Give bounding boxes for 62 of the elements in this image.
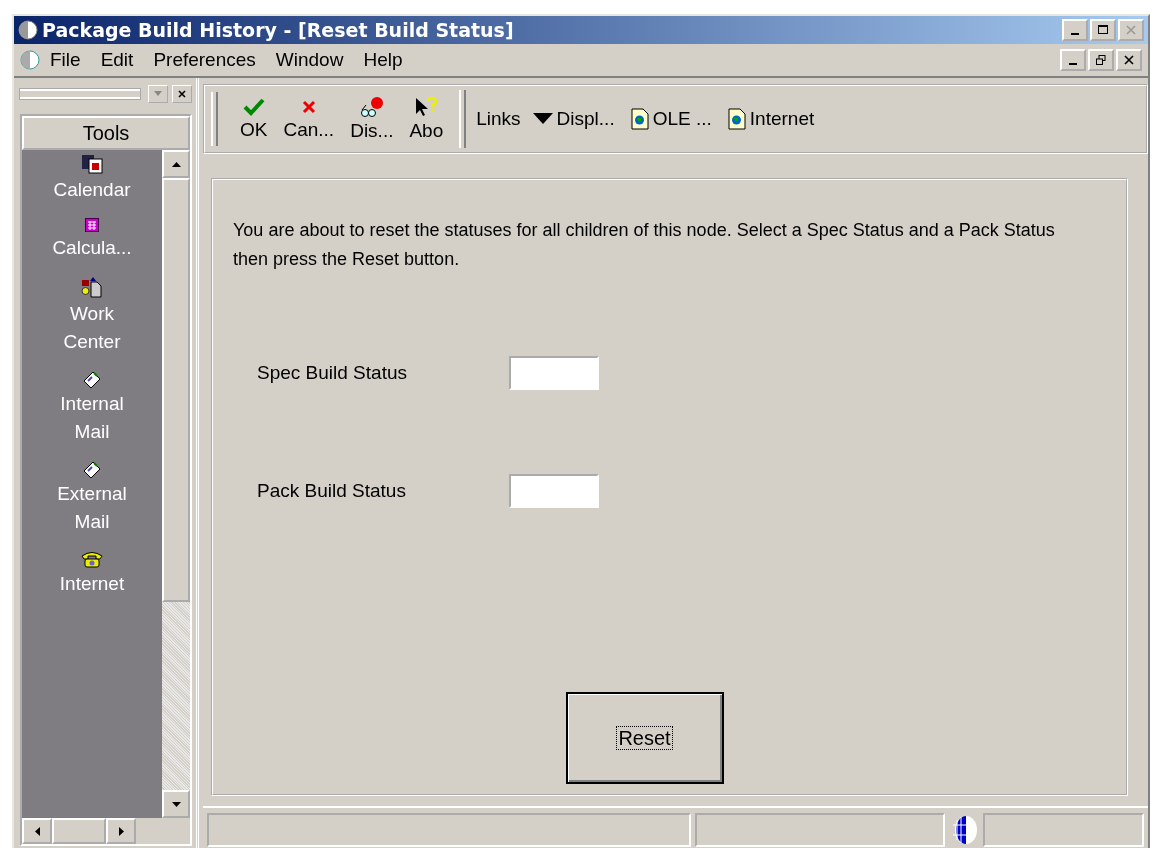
menu-item[interactable]: Window: [265, 49, 354, 71]
down-arrow-icon[interactable]: [171, 801, 181, 807]
toolbar-grip[interactable]: [459, 90, 467, 148]
toolbar-button[interactable]: OK: [234, 97, 274, 141]
tool-label[interactable]: Calcula...: [42, 234, 142, 262]
telephone-icon[interactable]: [80, 550, 104, 568]
close-icon: [1124, 55, 1134, 65]
menu-item[interactable]: Edit: [90, 49, 144, 71]
globe-icon: [20, 50, 40, 70]
minimize-button[interactable]: [1062, 19, 1088, 41]
toolbar-link[interactable]: OLE ...: [630, 108, 724, 130]
calculator-icon[interactable]: [85, 218, 99, 232]
calendar-icon[interactable]: [81, 154, 103, 174]
toolbar-link[interactable]: Displ...: [532, 108, 627, 130]
close-icon: [178, 90, 186, 98]
close-icon: [1126, 25, 1136, 35]
restore-icon: [1096, 55, 1106, 65]
globe-icon: [18, 20, 38, 40]
envelope-icon[interactable]: [82, 370, 102, 388]
links-label: Links: [476, 108, 521, 130]
instruction-text: You are about to reset the statuses for all children of this node. Select a Spec Status and a Pack Status then press the Reset button.: [233, 219, 1056, 271]
field-label: Spec Build Status: [257, 362, 408, 384]
caret-icon: [154, 91, 162, 97]
envelope-icon[interactable]: [82, 460, 102, 478]
input-field[interactable]: [509, 474, 599, 508]
maximize-icon: [1098, 25, 1108, 35]
right-arrow-icon[interactable]: [118, 826, 124, 836]
toolbar-button[interactable]: Dis...: [344, 96, 400, 142]
document-globe-icon: [727, 108, 746, 130]
tool-label[interactable]: Calendar: [42, 176, 142, 204]
input-field[interactable]: [509, 356, 599, 390]
toolbar-button[interactable]: Can...: [277, 97, 341, 141]
glasses-icon: [358, 96, 385, 118]
tool-label[interactable]: Internal Mail: [42, 390, 142, 446]
minimize-button[interactable]: [1060, 49, 1086, 71]
tool-label[interactable]: Work Center: [42, 300, 142, 356]
left-arrow-icon[interactable]: [34, 826, 40, 836]
window-title: Package Build History - [Reset Build Status]: [42, 19, 515, 41]
minimize-icon: [1071, 33, 1079, 35]
down-triangle-icon: [532, 113, 553, 125]
minimize-icon: [1069, 63, 1077, 65]
close-button[interactable]: [172, 85, 192, 103]
pointer-question-icon: [414, 96, 439, 118]
maximize-button[interactable]: [1090, 19, 1116, 41]
tools-header[interactable]: Tools: [22, 116, 190, 150]
checkmark-icon: [242, 97, 265, 117]
toolbar-button[interactable]: Abo: [403, 96, 450, 142]
tool-label[interactable]: Internet: [42, 570, 142, 598]
up-arrow-icon[interactable]: [171, 161, 181, 167]
restore-button[interactable]: [1088, 49, 1114, 71]
menu-item[interactable]: File: [40, 49, 91, 71]
toolbar-grip[interactable]: [211, 92, 218, 146]
field-label: Pack Build Status: [257, 480, 407, 502]
tool-label[interactable]: External Mail: [42, 480, 142, 536]
workcenter-icon[interactable]: [81, 276, 103, 298]
menu-item[interactable]: Help: [353, 49, 413, 71]
menu-item[interactable]: Preferences: [143, 49, 266, 71]
toolbar-link[interactable]: Internet: [727, 108, 827, 130]
reset-button[interactable]: Reset: [565, 692, 724, 784]
close-button[interactable]: [1116, 49, 1142, 71]
panel-grip[interactable]: [20, 89, 140, 99]
document-globe-icon: [630, 108, 649, 130]
